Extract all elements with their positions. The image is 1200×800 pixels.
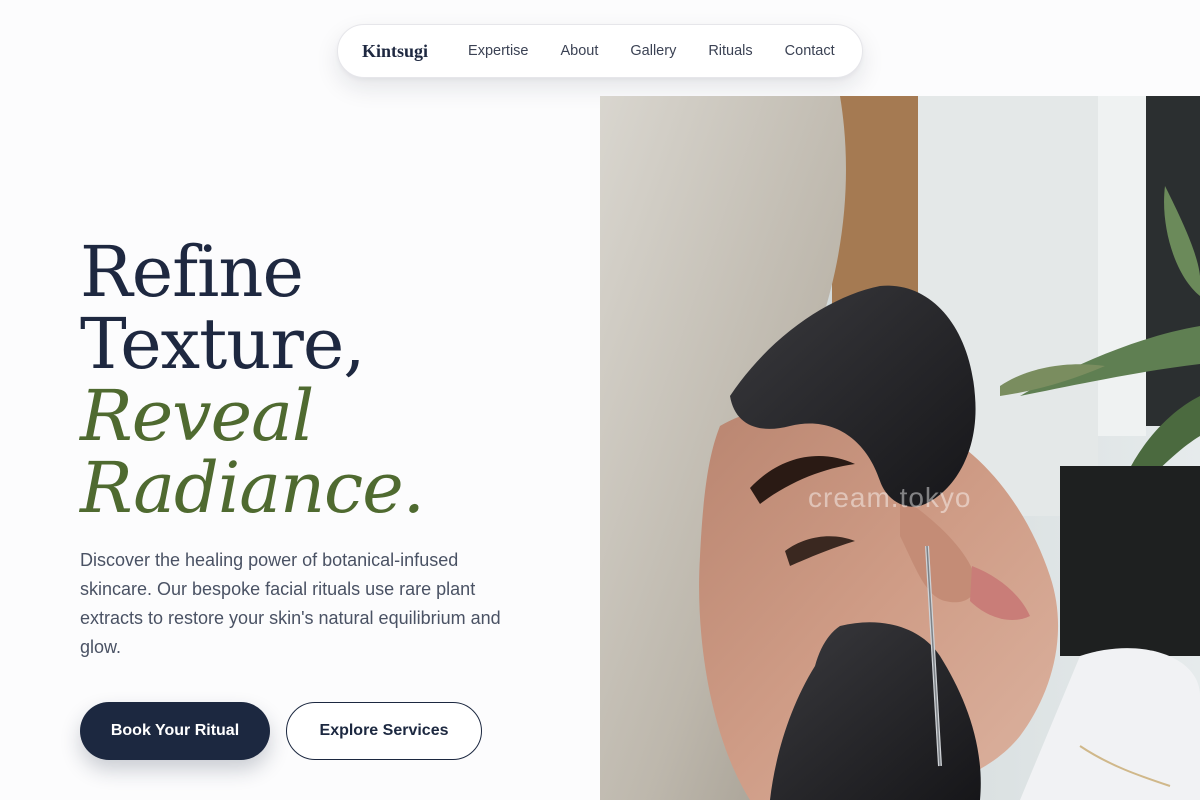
facial-treatment-photo xyxy=(600,96,1200,800)
nav-links: Expertise About Gallery Rituals Contact xyxy=(468,43,867,59)
book-ritual-button[interactable]: Book Your Ritual xyxy=(80,702,270,760)
nav-link-gallery[interactable]: Gallery xyxy=(630,43,676,59)
landing-page: Kintsugi Expertise About Gallery Rituals… xyxy=(0,0,1200,800)
image-watermark: cream.tokyo xyxy=(808,482,972,513)
brand-logo[interactable]: Kintsugi xyxy=(362,41,428,62)
hero-description: Discover the healing power of botanical-… xyxy=(80,550,501,657)
headline-line-1: Refine xyxy=(80,231,304,313)
nav-link-rituals[interactable]: Rituals xyxy=(708,43,752,59)
headline-accent-line-1: Reveal xyxy=(80,375,314,457)
nav-link-contact[interactable]: Contact xyxy=(785,43,835,59)
nav-link-expertise[interactable]: Expertise xyxy=(468,43,528,59)
nav-link-about[interactable]: About xyxy=(560,43,598,59)
top-nav: Kintsugi Expertise About Gallery Rituals… xyxy=(337,24,863,78)
explore-services-button[interactable]: Explore Services xyxy=(286,702,482,760)
hero-image: cream.tokyo xyxy=(600,96,1200,800)
headline-line-2: Texture, xyxy=(80,303,366,385)
hero-headline: Refine Texture, Reveal Radiance. xyxy=(80,231,425,529)
headline-accent-line-2: Radiance. xyxy=(80,447,425,529)
